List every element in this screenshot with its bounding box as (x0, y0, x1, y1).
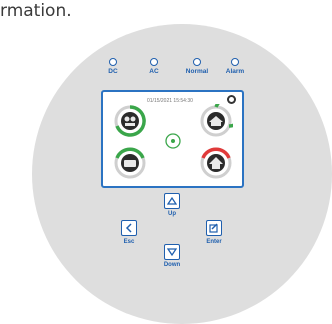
load-module-icon (114, 147, 146, 179)
grid-module-icon (200, 104, 233, 137)
up-button[interactable] (164, 193, 180, 209)
down-button[interactable] (164, 244, 180, 260)
alarm-icon (227, 95, 236, 104)
power-flow-node (164, 132, 182, 150)
edit-icon (209, 223, 218, 233)
down-arrow-icon (167, 248, 177, 257)
indicator-ac: AC (134, 58, 174, 75)
indicator-label: Normal (185, 68, 209, 75)
indicator-label: Alarm (225, 68, 245, 75)
ac-led-icon (150, 58, 158, 66)
caption-text: rmation. (0, 1, 72, 21)
indicator-dc: DC (93, 58, 133, 75)
esc-button[interactable] (121, 220, 137, 236)
up-button-label: Up (168, 211, 176, 217)
inverter-module[interactable] (199, 146, 233, 180)
battery-module-icon (114, 105, 146, 137)
inverter-module-icon (200, 147, 232, 179)
indicator-label: AC (149, 68, 159, 75)
grid-module[interactable] (199, 104, 233, 138)
indicator-alarm: Alarm (215, 58, 255, 75)
battery-module[interactable] (113, 104, 147, 138)
up-arrow-icon (167, 196, 177, 205)
normal-led-icon (193, 58, 201, 66)
lcd-screen: 01/15/2021 15:54:30 (101, 90, 244, 188)
load-module[interactable] (113, 146, 147, 180)
indicator-row: DC AC Normal Alarm (101, 58, 253, 82)
alarm-led-icon (231, 58, 239, 66)
indicator-normal: Normal (177, 58, 217, 75)
screen-status-text: 01/15/2021 15:54:30 (147, 98, 193, 104)
esc-button-label: Esc (123, 239, 135, 245)
dc-led-icon (109, 58, 117, 66)
power-flow-icon (165, 133, 181, 149)
enter-button-label: Enter (206, 239, 222, 245)
indicator-label: DC (108, 68, 118, 75)
down-button-label: Down (163, 262, 181, 268)
enter-button[interactable] (206, 220, 222, 236)
left-chevron-icon (125, 223, 132, 233)
